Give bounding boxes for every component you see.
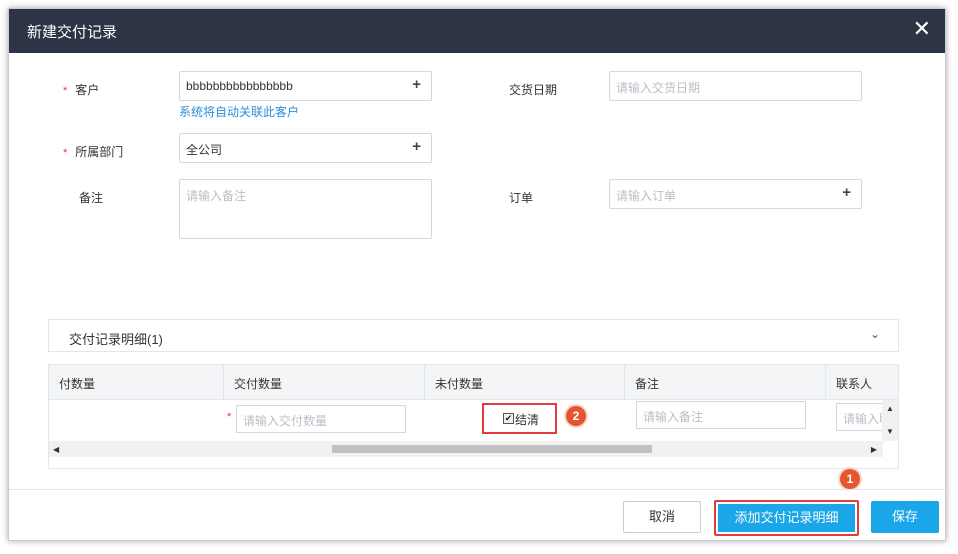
add-department-icon[interactable]: + [412,138,421,155]
save-button[interactable]: 保存 [871,501,939,533]
order-field[interactable]: 请输入订单 + [609,179,862,209]
customer-value: bbbbbbbbbbbbbbbb [186,79,293,93]
chevron-down-icon[interactable]: ⌄ [870,327,880,341]
dialog-titlebar: 新建交付记录 ✕ [9,9,945,53]
department-label: 所属部门 [75,145,124,159]
customer-label-group: * 客户 [63,81,99,98]
scroll-down-icon[interactable]: ▼ [886,427,894,436]
detail-section-header[interactable]: 交付记录明细(1) ⌄ [48,319,899,352]
table-row: * 请输入交付数量 ✔ 结清 请输入备注 请输入联 [49,400,898,440]
department-field[interactable]: 全公司 + [179,133,432,163]
column-header: 付数量 [49,365,224,400]
new-delivery-record-dialog: 新建交付记录 ✕ * 客户 bbbbbbbbbbbbbbbb + 系统将自动关联此… [8,8,946,541]
delivered-quantity-input[interactable]: 请输入交付数量 [236,405,406,433]
column-header: 备注 [625,365,826,400]
add-order-icon[interactable]: + [842,184,851,201]
vertical-scrollbar[interactable]: ▲ ▼ [882,400,898,441]
add-detail-button-highlight[interactable]: 添加交付记录明细 [714,500,859,536]
order-label: 订单 [509,191,534,205]
remark-label: 备注 [79,191,104,205]
customer-hint: 系统将自动关联此客户 [179,105,300,119]
delivery-date-label: 交货日期 [509,83,558,97]
dialog-footer: 取消 添加交付记录明细 保存 [9,489,945,540]
department-value: 全公司 [186,143,223,157]
required-mark: * [227,411,232,423]
customer-field[interactable]: bbbbbbbbbbbbbbbb + [179,71,432,101]
department-label-group: * 所属部门 [63,143,123,160]
close-icon[interactable]: ✕ [913,18,931,40]
cancel-button[interactable]: 取消 [623,501,701,533]
horizontal-scrollbar[interactable]: ◀ ▶ [49,441,883,457]
scroll-left-icon[interactable]: ◀ [53,445,59,454]
row-remark-input[interactable]: 请输入备注 [636,401,806,429]
settled-label: 结清 [515,413,540,427]
step-badge-1: 1 [840,469,860,489]
column-header: 交付数量 [224,365,425,400]
customer-label: 客户 [75,83,100,97]
required-mark: * [63,85,68,97]
settled-checkbox-highlight[interactable]: ✔ 结清 [482,403,557,434]
add-detail-button[interactable]: 添加交付记录明细 [718,504,855,532]
dialog-title: 新建交付记录 [27,24,118,41]
step-badge-2: 2 [566,406,586,426]
detail-section-title: 交付记录明细(1) [69,332,163,347]
column-header: 联系人 [836,377,873,391]
remark-textarea[interactable]: 请输入备注 [179,179,432,239]
detail-table: 付数量 交付数量 未付数量 备注 联系人 * 请输入交付数量 ✔ 结清 请输入备… [48,364,899,469]
table-header: 付数量 交付数量 未付数量 备注 联系人 [49,365,898,400]
settled-checkbox[interactable]: ✔ [503,413,514,424]
scroll-right-icon[interactable]: ▶ [871,445,877,454]
column-header: 未付数量 [425,365,625,400]
add-customer-icon[interactable]: + [412,76,421,93]
delivery-date-field[interactable]: 请输入交货日期 [609,71,862,101]
required-mark: * [63,147,68,159]
contact-input[interactable]: 请输入联 [836,403,884,431]
scrollbar-thumb[interactable] [332,445,652,453]
scroll-up-icon[interactable]: ▲ [886,404,894,413]
order-placeholder: 请输入订单 [616,189,677,203]
